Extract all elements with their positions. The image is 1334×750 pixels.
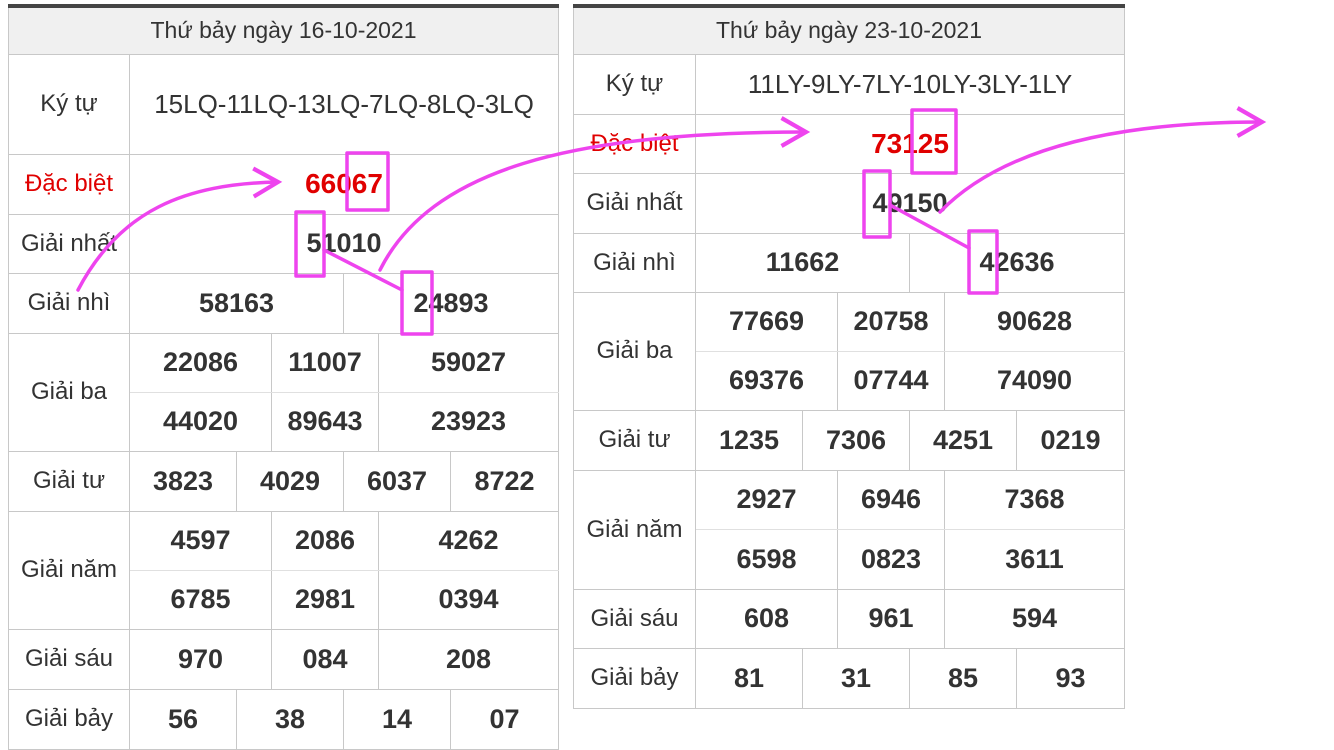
giai-nhat-value: 49150 [694,172,1126,234]
draw-date-header: Thứ bảy ngày 16-10-2021 [7,4,560,55]
giai-nhat-value: 51010 [128,213,560,274]
giai-ba-value: 89643 [271,391,379,452]
giai-ba-value: 20758 [837,291,945,352]
dac-biet-label: Đặc biệt [8,153,130,215]
giai-tu-value: 4029 [236,450,344,512]
dac-biet-label: Đặc biệt [573,113,696,174]
giai-sau-value: 594 [943,588,1126,649]
ky-tu-text: 15LQ-11LQ-13LQ-7LQ-8LQ-3LQ [154,89,534,119]
giai-tu-value: 6037 [343,450,451,512]
ky-tu-label: Ký tự [573,53,696,115]
giai-bay-value: 93 [1015,647,1126,709]
giai-bay-value: 56 [129,688,237,750]
giai-bay-value: 14 [343,688,451,750]
draw-date-header: Thứ bảy ngày 23-10-2021 [572,4,1126,55]
giai-tu-value: 1235 [695,409,803,471]
giai-sau-label: Giải sáu [8,628,130,690]
giai-ba-label: Giải ba [573,291,696,411]
giai-bay-value: 38 [236,688,344,750]
giai-nhat-label: Giải nhất [8,213,130,274]
giai-nhi-label: Giải nhì [573,232,696,293]
giai-tu-value: 7306 [802,409,910,471]
giai-nam-value: 0823 [837,528,945,590]
giai-ba-value: 44020 [129,391,272,452]
ky-tu-value: 11LY-9LY-7LY-10LY-3LY-1LY [694,53,1126,115]
giai-nhat-label: Giải nhất [573,172,696,234]
giai-ba-value: 59027 [377,332,560,393]
giai-bay-value: 85 [909,647,1017,709]
giai-nam-value: 6598 [695,528,838,590]
giai-tu-label: Giải tư [8,450,130,512]
giai-tu-value: 4251 [909,409,1017,471]
giai-ba-value: 22086 [129,332,272,393]
giai-nam-value: 6946 [837,469,945,530]
giai-sau-label: Giải sáu [573,588,696,649]
giai-nam-value: 2086 [271,510,379,571]
giai-ba-value: 23923 [377,391,560,452]
giai-nhi-value: 11662 [695,232,910,293]
giai-tu-value: 0219 [1015,409,1126,471]
ky-tu-label: Ký tự [8,53,130,155]
dac-biet-value: 66067 [128,153,560,215]
results-table-left: Thứ bảy ngày 16-10-2021 Ký tự 15LQ-11LQ-… [7,4,560,750]
giai-nhi-value: 42636 [908,232,1126,293]
giai-nam-label: Giải năm [573,469,696,590]
giai-sau-value: 970 [129,628,272,690]
giai-bay-value: 07 [449,688,560,750]
giai-tu-value: 8722 [449,450,560,512]
giai-nam-value: 2981 [271,569,379,630]
giai-ba-value: 07744 [837,350,945,411]
giai-nam-value: 6785 [129,569,272,630]
giai-ba-value: 77669 [695,291,838,352]
giai-nam-value: 3611 [943,528,1126,590]
giai-bay-value: 31 [802,647,910,709]
giai-nam-label: Giải năm [8,510,130,630]
giai-ba-label: Giải ba [8,332,130,452]
giai-sau-value: 084 [271,628,379,690]
giai-ba-value: 74090 [943,350,1126,411]
giai-sau-value: 208 [377,628,560,690]
giai-ba-value: 69376 [695,350,838,411]
giai-nam-value: 7368 [943,469,1126,530]
giai-bay-label: Giải bảy [573,647,696,709]
giai-nhi-label: Giải nhì [8,272,130,334]
giai-ba-value: 90628 [943,291,1126,352]
giai-bay-label: Giải bảy [8,688,130,750]
giai-nhi-value: 58163 [129,272,344,334]
giai-nam-value: 2927 [695,469,838,530]
giai-tu-value: 3823 [129,450,237,512]
ky-tu-value: 15LQ-11LQ-13LQ-7LQ-8LQ-3LQ [128,53,560,155]
results-table-right: Thứ bảy ngày 23-10-2021 Ký tự 11LY-9LY-7… [572,4,1126,709]
giai-nam-value: 0394 [377,569,560,630]
giai-bay-value: 81 [695,647,803,709]
giai-nam-value: 4262 [377,510,560,571]
giai-sau-value: 961 [837,588,945,649]
giai-ba-value: 11007 [271,332,379,393]
dac-biet-value: 73125 [694,113,1126,174]
giai-tu-label: Giải tư [573,409,696,471]
giai-nhi-value: 24893 [342,272,560,334]
giai-nam-value: 4597 [129,510,272,571]
giai-sau-value: 608 [695,588,838,649]
